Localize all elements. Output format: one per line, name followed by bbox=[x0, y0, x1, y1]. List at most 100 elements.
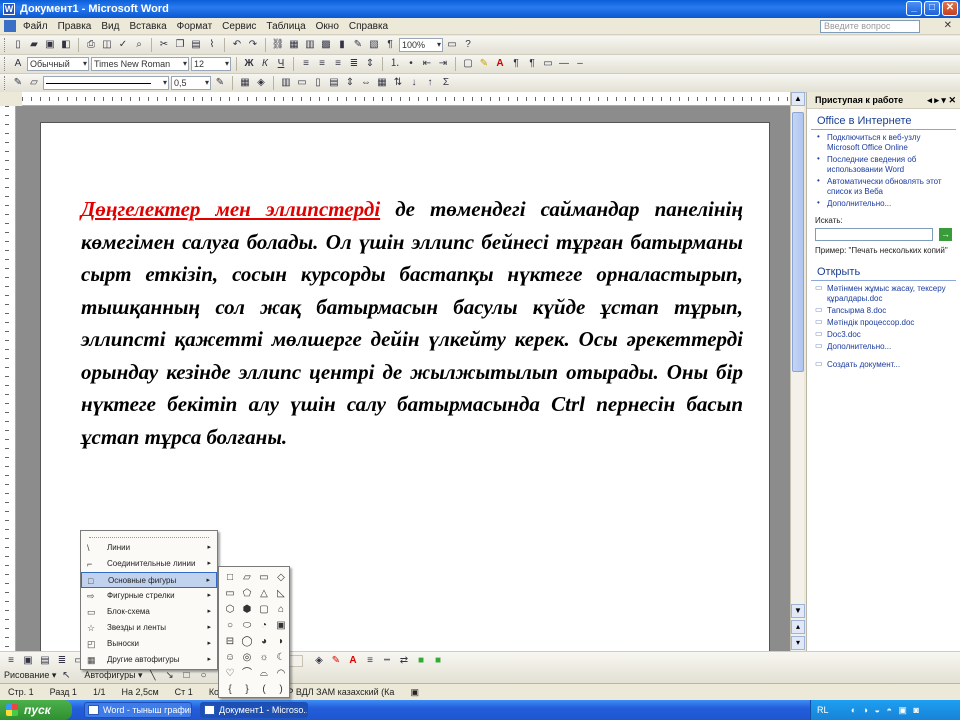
menu-file[interactable]: Файл bbox=[18, 21, 53, 32]
undo-icon[interactable]: ↶ bbox=[230, 38, 244, 52]
underline-icon[interactable]: Ч bbox=[274, 57, 288, 71]
vertical-ruler[interactable] bbox=[0, 106, 16, 651]
shape-option[interactable]: ) bbox=[273, 683, 289, 698]
format-painter-icon[interactable]: ⌇ bbox=[205, 38, 219, 52]
merge-cells-icon[interactable]: ▭ bbox=[295, 76, 309, 90]
line-tool-icon[interactable]: ╲ bbox=[146, 669, 160, 683]
menu-grip[interactable] bbox=[89, 532, 209, 538]
language-indicator[interactable]: RL bbox=[817, 705, 828, 715]
more-files-link[interactable]: Дополнительно... bbox=[807, 341, 960, 353]
shape-option[interactable]: △ bbox=[256, 587, 272, 602]
office-link[interactable]: Автоматически обновлять этот список из В… bbox=[807, 176, 960, 198]
shadow-icon[interactable]: ■ bbox=[414, 654, 428, 668]
shape-option[interactable]: ♡ bbox=[222, 667, 238, 682]
autoshapes-button[interactable]: Автофигуры ▾ bbox=[84, 670, 142, 681]
prev-page-icon[interactable]: ▴ bbox=[791, 620, 805, 634]
align-center-icon[interactable]: ≡ bbox=[315, 57, 329, 71]
sort-desc-icon[interactable]: ↑ bbox=[423, 76, 437, 90]
align-left-icon[interactable]: ≡ bbox=[299, 57, 313, 71]
toolbar-grip[interactable] bbox=[4, 38, 7, 52]
office-link[interactable]: Дополнительно... bbox=[807, 198, 960, 210]
scroll-thumb[interactable] bbox=[792, 112, 804, 372]
document-close-icon[interactable]: ✕ bbox=[944, 20, 952, 31]
zoom-select[interactable]: 100% bbox=[399, 38, 443, 52]
document-map-icon[interactable]: ▧ bbox=[367, 38, 381, 52]
shape-option[interactable]: ◠ bbox=[273, 667, 289, 682]
rectangle-tool-icon[interactable]: □ bbox=[180, 669, 194, 683]
taskbar-item[interactable]: Word - тыныш графика... bbox=[84, 702, 192, 718]
split-cells-icon[interactable]: ▯ bbox=[311, 76, 325, 90]
redo-icon[interactable]: ↷ bbox=[246, 38, 260, 52]
body-paragraph[interactable]: де төмендегі саймандар панелінің көмегім… bbox=[81, 197, 743, 449]
show-hide-icon[interactable]: ¶ bbox=[383, 38, 397, 52]
distribute-columns-icon[interactable]: ⇔ bbox=[359, 76, 373, 90]
tray-icons[interactable]: ◐ ◑ ◒ ◓ ▣ ◙ bbox=[851, 705, 921, 715]
menu-tools[interactable]: Сервис bbox=[217, 21, 261, 32]
select-objects-icon[interactable]: ↖ bbox=[59, 669, 73, 683]
numbering-icon[interactable]: ⒈ bbox=[388, 57, 402, 71]
print-preview-icon[interactable]: ◫ bbox=[100, 38, 114, 52]
font-color-icon[interactable]: A bbox=[493, 57, 507, 71]
text-direction-icon[interactable]: ⇅ bbox=[391, 76, 405, 90]
insert-table-icon[interactable]: ▥ bbox=[279, 76, 293, 90]
italic-icon[interactable]: К bbox=[258, 57, 272, 71]
maximize-button[interactable]: □ bbox=[924, 1, 940, 16]
table-autoformat-icon[interactable]: ▦ bbox=[375, 76, 389, 90]
rtl-icon[interactable]: ¶ bbox=[509, 57, 523, 71]
draw-table-icon[interactable]: ✎ bbox=[11, 76, 25, 90]
ltr-icon[interactable]: ¶ bbox=[525, 57, 539, 71]
search-go-button[interactable]: → bbox=[939, 228, 952, 241]
menu-view[interactable]: Вид bbox=[96, 21, 124, 32]
bullets-icon[interactable]: • bbox=[404, 57, 418, 71]
shape-option[interactable]: ◎ bbox=[239, 651, 255, 666]
eraser-icon[interactable]: ▱ bbox=[27, 76, 41, 90]
columns-icon[interactable]: ▮ bbox=[335, 38, 349, 52]
fill-color-icon[interactable]: ◈ bbox=[312, 654, 326, 668]
shape-option[interactable]: ◔ bbox=[256, 619, 272, 634]
start-button[interactable]: пуск bbox=[0, 700, 72, 720]
autoshapes-menu-item[interactable]: ▭ Блок-схема ▸ bbox=[81, 604, 217, 620]
menu-edit[interactable]: Правка bbox=[53, 21, 97, 32]
tables-borders-icon[interactable]: ▦ bbox=[287, 38, 301, 52]
shape-option[interactable]: ⌂ bbox=[273, 603, 289, 618]
ask-question-input[interactable]: Введите вопрос bbox=[820, 20, 920, 33]
create-document-link[interactable]: Создать документ... bbox=[807, 359, 960, 371]
shape-option[interactable]: ▭ bbox=[256, 571, 272, 586]
ruler-tab-selector[interactable] bbox=[0, 92, 22, 106]
menu-help[interactable]: Справка bbox=[344, 21, 393, 32]
shading-color-icon[interactable]: ◈ bbox=[254, 76, 268, 90]
autoshapes-menu-item[interactable]: \ Линии ▸ bbox=[81, 540, 217, 556]
line-icon[interactable]: — bbox=[557, 57, 571, 71]
autosum-icon[interactable]: Σ bbox=[439, 76, 453, 90]
dash-style-icon[interactable]: ┅ bbox=[380, 654, 394, 668]
line-color-icon[interactable]: ✎ bbox=[329, 654, 343, 668]
draw-font-color-icon[interactable]: A bbox=[346, 654, 360, 668]
distribute-rows-icon[interactable]: ⇕ bbox=[343, 76, 357, 90]
shape-option[interactable]: ○ bbox=[222, 619, 238, 634]
spelling-status-icon[interactable]: ▣ bbox=[402, 687, 427, 698]
outline-view-icon[interactable]: ≣ bbox=[55, 654, 69, 668]
next-page-icon[interactable]: ▾ bbox=[791, 636, 805, 650]
decrease-indent-icon[interactable]: ⇤ bbox=[420, 57, 434, 71]
shape-option[interactable]: ▣ bbox=[273, 619, 289, 634]
highlighted-text[interactable]: Дөңгелектер мен эллипстерді bbox=[81, 197, 380, 221]
autoshapes-menu-item[interactable]: ▦ Другие автофигуры ▸ bbox=[81, 652, 217, 668]
scroll-down-icon[interactable]: ▼ bbox=[791, 604, 805, 618]
web-view-icon[interactable]: ▣ bbox=[21, 654, 35, 668]
word-app-icon[interactable]: W bbox=[3, 3, 15, 15]
permission-icon[interactable]: ◧ bbox=[59, 38, 73, 52]
recent-file-link[interactable]: Мәтінмен жұмыс жасау, тексеру құралдары.… bbox=[807, 283, 960, 305]
research-icon[interactable]: ⌕ bbox=[132, 38, 146, 52]
print-icon[interactable]: ⎙ bbox=[84, 38, 98, 52]
toolbar-grip[interactable] bbox=[4, 76, 7, 90]
autoshapes-menu-item[interactable]: ⇨ Фигурные стрелки ▸ bbox=[81, 588, 217, 604]
ellipse-tool-icon[interactable]: ○ bbox=[197, 669, 211, 683]
recent-file-link[interactable]: Тапсырма 8.doc bbox=[807, 305, 960, 317]
shape-option[interactable]: ◗ bbox=[273, 635, 289, 650]
office-link[interactable]: Последние сведения об использовании Word bbox=[807, 154, 960, 176]
spelling-icon[interactable]: ✓ bbox=[116, 38, 130, 52]
border-color-icon[interactable]: ✎ bbox=[213, 76, 227, 90]
shape-option[interactable]: ▱ bbox=[239, 571, 255, 586]
menu-window[interactable]: Окно bbox=[311, 21, 344, 32]
line-style-icon[interactable]: ▭ bbox=[541, 57, 555, 71]
